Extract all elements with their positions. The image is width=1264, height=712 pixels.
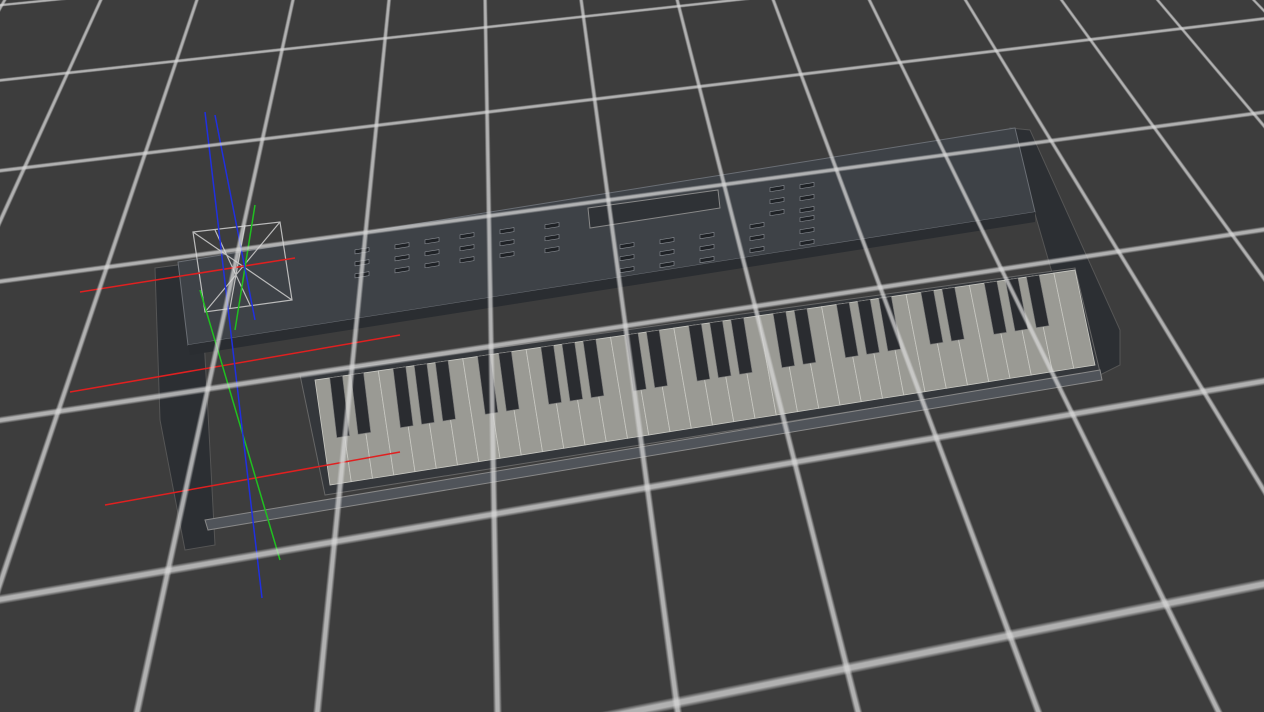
3d-viewport[interactable] — [0, 0, 1264, 712]
keyboard-model[interactable] — [0, 0, 1264, 712]
